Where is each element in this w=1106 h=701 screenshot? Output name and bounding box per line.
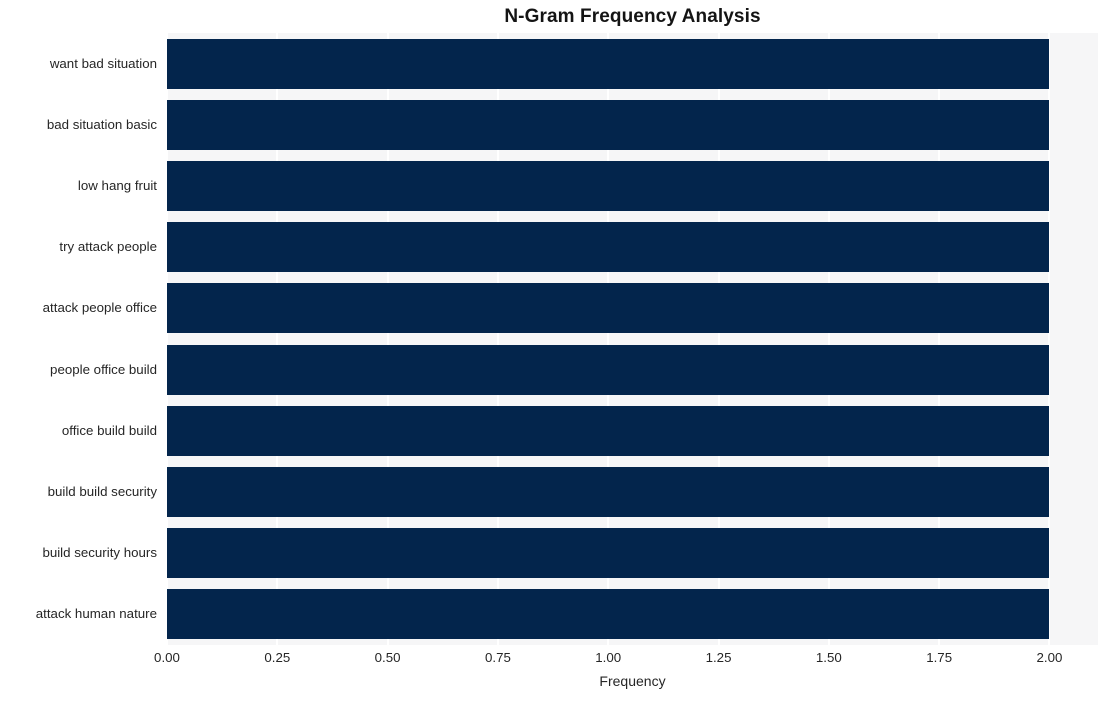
x-axis-tick-label: 1.75 [926,650,953,665]
bar[interactable] [167,405,1050,456]
bar[interactable] [167,38,1050,89]
chart-title: N-Gram Frequency Analysis [504,6,761,27]
bar[interactable] [167,161,1050,211]
x-axis-tick-label: 0.50 [374,650,401,665]
bar[interactable] [167,283,1050,334]
bar[interactable] [167,344,1050,395]
x-axis-tick-labels: 0.00 0.25 0.50 0.75 1.00 1.25 1.50 1.75 2.00 [154,650,1098,670]
plot-area [167,33,1098,645]
y-axis-tick-label: bad situation basic [46,116,157,132]
x-axis-tick-label: 1.25 [705,650,732,665]
y-axis-tick-label: want bad situation [49,55,157,71]
x-axis-tick-label: 1.50 [815,650,842,665]
y-axis-tick-label: build build security [47,484,157,499]
y-axis-tick-labels: want bad situation bad situation basic low… [0,33,162,645]
x-axis-tick-label: 0.25 [264,650,291,665]
y-axis-tick-label: attack people office [42,300,157,316]
bar[interactable] [167,99,1050,150]
bar[interactable] [167,467,1050,517]
y-axis-tick-label: attack human nature [35,606,157,622]
bar[interactable] [167,222,1050,273]
y-axis-tick-label: try attack people [59,239,157,255]
bar[interactable] [167,528,1050,579]
chart-figure: N-Gram Frequency Analysis want bad situa… [0,0,1106,701]
bar[interactable] [167,589,1050,640]
x-axis-tick-label: 0.00 [154,650,180,665]
y-axis-tick-label: build security hours [42,545,157,561]
y-axis-tick-label: office build build [61,422,157,438]
y-axis-tick-label: low hang fruit [77,178,157,193]
x-axis-tick-label: 2.00 [1036,650,1063,665]
x-axis-label: Frequency [599,673,666,689]
x-axis-tick-label: 1.00 [595,650,622,665]
y-axis-tick-label: people office build [50,361,157,377]
x-axis-tick-label: 0.75 [484,650,511,665]
